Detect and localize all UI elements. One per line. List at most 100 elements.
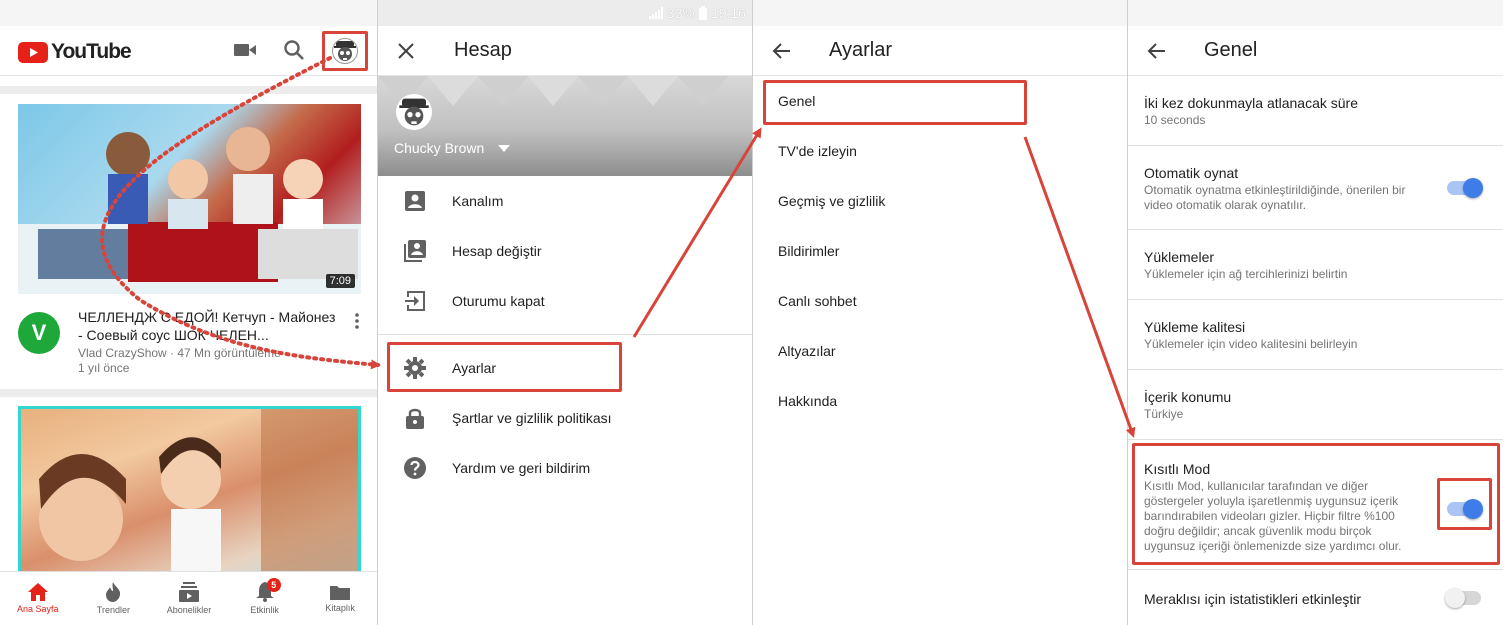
avatar bbox=[332, 38, 358, 64]
setting-subtitle: Yüklemeler için video kalitesini belirle… bbox=[1144, 337, 1358, 351]
toggle-knob bbox=[1445, 588, 1465, 608]
home-app-bar: YouTube bbox=[0, 26, 377, 76]
setting-title: İçerik konumu bbox=[1144, 389, 1232, 405]
nav-trending-label: Trendler bbox=[96, 605, 130, 615]
setting-subtitle: 10 seconds bbox=[1144, 113, 1206, 127]
bottom-navigation: Ana Sayfa Trendler Abonelikler 5 Etkinli… bbox=[0, 571, 377, 625]
video-meta-age: 1 yıl önce bbox=[78, 361, 130, 375]
folder-icon bbox=[330, 586, 351, 600]
menu-label-terms: Şartlar ve gizlilik politikası bbox=[452, 410, 612, 426]
help-icon bbox=[404, 457, 426, 479]
settings-item-about[interactable]: Hakkında bbox=[753, 376, 1127, 426]
video-meta-channel-views: Vlad CrazyShow · 47 Mn görüntüleme bbox=[78, 346, 281, 360]
autoplay-toggle[interactable] bbox=[1447, 178, 1483, 198]
youtube-wordmark: YouTube bbox=[51, 40, 132, 63]
settings-app-bar: Ayarlar bbox=[753, 26, 1127, 76]
video-camera-icon[interactable] bbox=[234, 42, 256, 58]
settings-list: Genel TV'de izleyin Geçmiş ve gizlilik B… bbox=[753, 76, 1127, 426]
setting-title: İki kez dokunmayla atlanacak süre bbox=[1144, 95, 1358, 111]
menu-item-channel[interactable]: Kanalım bbox=[378, 176, 752, 226]
setting-content-location[interactable]: İçerik konumu Türkiye bbox=[1128, 370, 1503, 440]
chucky-avatar-icon bbox=[334, 41, 356, 61]
stats-for-nerds-toggle[interactable] bbox=[1445, 588, 1481, 608]
general-panel: Genel İki kez dokunmayla atlanacak süre … bbox=[1128, 0, 1503, 625]
menu-divider bbox=[378, 334, 752, 335]
page-title: Ayarlar bbox=[829, 39, 892, 61]
back-arrow-icon bbox=[772, 42, 790, 59]
account-avatar-button[interactable] bbox=[322, 31, 368, 71]
setting-uploads[interactable]: Yüklemeler Yüklemeler için ağ tercihleri… bbox=[1128, 230, 1503, 300]
more-vert-icon[interactable] bbox=[353, 312, 361, 330]
video-thumbnail[interactable]: 7:09 bbox=[18, 104, 361, 294]
video-thumbnail[interactable] bbox=[18, 406, 361, 576]
nav-home-label: Ana Sayfa bbox=[17, 604, 59, 614]
general-app-bar: Genel bbox=[1128, 26, 1503, 76]
flame-icon bbox=[106, 582, 121, 602]
video-info[interactable]: V ЧЕЛЛЕНДЖ С ЕДОЙ! Кетчуп - Майонез - Со… bbox=[18, 308, 361, 378]
settings-item-tv[interactable]: TV'de izleyin bbox=[753, 126, 1127, 176]
setting-title: Meraklısı için istatistikleri etkinleşti… bbox=[1144, 591, 1362, 607]
restricted-toggle-highlight-box bbox=[1437, 478, 1492, 530]
settings-item-history-privacy[interactable]: Geçmiş ve gizlilik bbox=[753, 176, 1127, 226]
status-bar bbox=[1128, 0, 1503, 26]
settings-item-live-chat[interactable]: Canlı sohbet bbox=[753, 276, 1127, 326]
account-avatar[interactable] bbox=[396, 94, 432, 130]
thumbnail-scene bbox=[18, 127, 361, 294]
sign-out-icon bbox=[405, 291, 425, 311]
menu-item-terms[interactable]: Şartlar ve gizlilik politikası bbox=[378, 393, 752, 443]
menu-item-switch-account[interactable]: Hesap değiştir bbox=[378, 226, 752, 276]
nav-home[interactable]: Ana Sayfa bbox=[0, 572, 76, 625]
nav-subscriptions-label: Abonelikler bbox=[166, 605, 212, 615]
page-title: Genel bbox=[1204, 39, 1258, 61]
back-button[interactable] bbox=[1128, 26, 1184, 76]
setting-subtitle: Türkiye bbox=[1144, 407, 1184, 421]
lock-icon bbox=[406, 408, 424, 429]
menu-item-sign-out[interactable]: Oturumu kapat bbox=[378, 276, 752, 326]
close-button[interactable] bbox=[378, 26, 434, 76]
setting-upload-quality[interactable]: Yükleme kalitesi Yüklemeler için video k… bbox=[1128, 300, 1503, 370]
nav-activity-label: Etkinlik bbox=[250, 605, 279, 615]
youtube-play-icon bbox=[18, 41, 48, 63]
settings-item-captions[interactable]: Altyazılar bbox=[753, 326, 1127, 376]
nav-library-label: Kitaplık bbox=[325, 603, 355, 613]
user-name: Chucky Brown bbox=[394, 140, 485, 156]
menu-label-channel: Kanalım bbox=[452, 193, 504, 209]
settings-panel: Ayarlar Genel TV'de izleyin Geçmiş ve gi… bbox=[753, 0, 1128, 625]
account-header: Chucky Brown bbox=[378, 76, 752, 176]
toggle-knob bbox=[1463, 178, 1483, 198]
account-switcher[interactable]: Chucky Brown bbox=[394, 140, 511, 156]
search-icon[interactable] bbox=[283, 39, 305, 61]
back-button[interactable] bbox=[753, 26, 809, 76]
youtube-logo[interactable]: YouTube bbox=[18, 40, 132, 64]
status-bar bbox=[0, 0, 377, 26]
channel-avatar[interactable]: V bbox=[18, 312, 60, 354]
setting-double-tap-seek[interactable]: İki kez dokunmayla atlanacak süre 10 sec… bbox=[1128, 76, 1503, 146]
wifi-icon bbox=[628, 10, 637, 19]
home-icon bbox=[27, 583, 48, 601]
notification-badge: 5 bbox=[266, 578, 281, 592]
setting-autoplay[interactable]: Otomatik oynat Otomatik oynatma etkinleş… bbox=[1128, 146, 1503, 230]
menu-label-switch-account: Hesap değiştir bbox=[452, 243, 542, 259]
nav-subscriptions[interactable]: Abonelikler bbox=[151, 572, 227, 625]
header-pattern bbox=[378, 76, 728, 106]
battery-percent: 33% bbox=[666, 5, 695, 21]
nav-trending[interactable]: Trendler bbox=[76, 572, 152, 625]
video-title[interactable]: ЧЕЛЛЕНДЖ С ЕДОЙ! Кетчуп - Майонез - Соев… bbox=[78, 308, 338, 344]
settings-item-notifications[interactable]: Bildirimler bbox=[753, 226, 1127, 276]
status-bar bbox=[753, 0, 1127, 26]
chucky-avatar-icon bbox=[399, 98, 429, 126]
account-panel: 33% 19:16 Hesap Chucky Brown Kanalım Hes… bbox=[378, 0, 753, 625]
account-menu: Kanalım Hesap değiştir Oturumu kapat Aya… bbox=[378, 176, 752, 493]
status-bar: 33% 19:16 bbox=[378, 0, 752, 26]
account-app-bar: Hesap bbox=[378, 26, 752, 76]
feed-divider bbox=[0, 86, 377, 94]
menu-item-help[interactable]: Yardım ve geri bildirim bbox=[378, 443, 752, 493]
setting-stats-for-nerds[interactable]: Meraklısı için istatistikleri etkinleşti… bbox=[1128, 570, 1503, 625]
nav-library[interactable]: Kitaplık bbox=[302, 572, 377, 625]
person-box-icon bbox=[405, 191, 425, 211]
home-panel: YouTube 7:09 V ЧЕЛЛЕНДЖ С ЕДОЙ! Кетчуп -… bbox=[0, 0, 378, 625]
video-duration: 7:09 bbox=[325, 274, 355, 288]
general-highlight-box bbox=[763, 80, 1027, 125]
nav-activity[interactable]: 5 Etkinlik bbox=[227, 572, 303, 625]
menu-label-help: Yardım ve geri bildirim bbox=[452, 460, 591, 476]
